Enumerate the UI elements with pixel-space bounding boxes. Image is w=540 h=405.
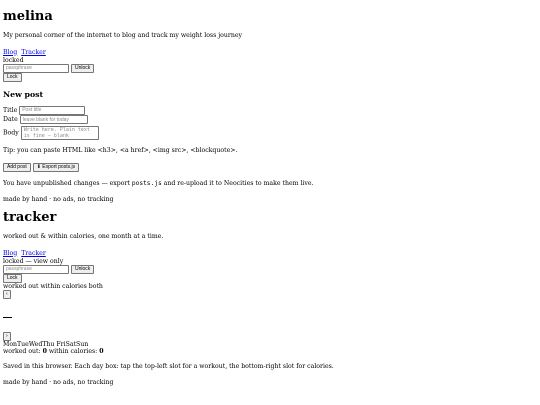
next-month-button[interactable]: › xyxy=(3,331,11,341)
post-date-input[interactable] xyxy=(19,115,88,125)
tracker-lock-row: Lock xyxy=(3,273,537,283)
lock-button[interactable]: Lock xyxy=(3,72,22,82)
tracker-tagline: worked out & within calories, one month … xyxy=(3,232,164,240)
blog-section: melina My personal corner of the interne… xyxy=(3,9,537,204)
tracker-legend: worked out within calories both xyxy=(3,282,103,290)
post-body-textarea[interactable] xyxy=(20,125,99,140)
tracker-counts: worked out: 0 within calories: 0 xyxy=(3,348,537,355)
page: melina My personal corner of the interne… xyxy=(0,0,540,394)
unpublished-notice: You have unpublished changes — export po… xyxy=(3,180,537,188)
unlock-button[interactable]: Unlock xyxy=(70,63,95,73)
nav-blog-link[interactable]: Blog xyxy=(3,250,17,257)
unpublished-filename: posts.js xyxy=(131,179,162,187)
nav-blog-link[interactable]: Blog xyxy=(3,49,17,56)
weekday-labels-fri-sun: FriSatSun xyxy=(56,340,89,348)
blog-nav: Blog Tracker xyxy=(3,49,537,57)
weekday-labels-mon-thu: MonTueWedThu xyxy=(3,340,55,348)
tracker-nav: Blog Tracker xyxy=(3,250,537,258)
title-label: Title xyxy=(3,106,18,114)
within-calories-count: 0 xyxy=(99,347,104,355)
body-label: Body xyxy=(3,129,19,137)
unpublished-prefix: You have unpublished changes — export xyxy=(3,179,132,187)
tracker-footer: made by hand · no ads, no tracking xyxy=(3,378,114,386)
tracker-title: tracker xyxy=(3,210,57,226)
unlock-row: Unlock xyxy=(3,63,537,73)
export-posts-button[interactable]: ⬇ Export posts.js xyxy=(32,162,80,172)
within-calories-label: within calories: xyxy=(46,347,100,355)
blog-footer: made by hand · no ads, no tracking xyxy=(3,195,114,203)
post-actions: Add post ⬇ Export posts.js xyxy=(3,162,537,172)
tracker-section: tracker worked out & within calories, on… xyxy=(3,210,537,387)
title-field-row: Title xyxy=(3,105,537,116)
tracker-lock-status: locked — view only xyxy=(3,257,64,265)
prev-month-button[interactable]: ‹ xyxy=(3,289,11,299)
date-label: Date xyxy=(3,116,18,124)
passphrase-input[interactable] xyxy=(3,63,69,73)
body-field-row: Body xyxy=(3,125,537,140)
tracker-unlock-row: Unlock xyxy=(3,264,537,274)
new-post-form: Title Date Body xyxy=(3,105,537,140)
nav-tracker-link[interactable]: Tracker xyxy=(21,49,46,56)
lock-row: Lock xyxy=(3,72,537,82)
month-title-rule xyxy=(3,316,12,318)
tracker-passphrase-input[interactable] xyxy=(3,264,69,274)
tracker-unlock-button[interactable]: Unlock xyxy=(70,264,95,274)
saved-note: Saved in this browser. Each day box: tap… xyxy=(3,362,334,370)
date-field-row: Date xyxy=(3,115,537,125)
post-title-input[interactable] xyxy=(19,105,86,115)
month-next-row: › xyxy=(3,331,537,341)
html-tip: Tip: you can paste HTML like <h3>, <a hr… xyxy=(3,146,238,154)
add-post-button[interactable]: Add post xyxy=(3,162,31,172)
month-prev-row: ‹ xyxy=(3,289,537,299)
worked-out-label: worked out: xyxy=(3,347,43,355)
blog-title: melina xyxy=(3,9,53,24)
new-post-heading: New post xyxy=(3,89,44,99)
blog-tagline: My personal corner of the internet to bl… xyxy=(3,31,242,39)
nav-tracker-link[interactable]: Tracker xyxy=(21,250,46,257)
month-title xyxy=(3,299,537,305)
lock-status: locked xyxy=(3,56,24,64)
unpublished-suffix: and re-upload it to Neocities to make th… xyxy=(161,179,314,187)
weekday-header: MonTueWedThu FriSatSun xyxy=(3,341,537,348)
tracker-lock-button[interactable]: Lock xyxy=(3,273,22,283)
